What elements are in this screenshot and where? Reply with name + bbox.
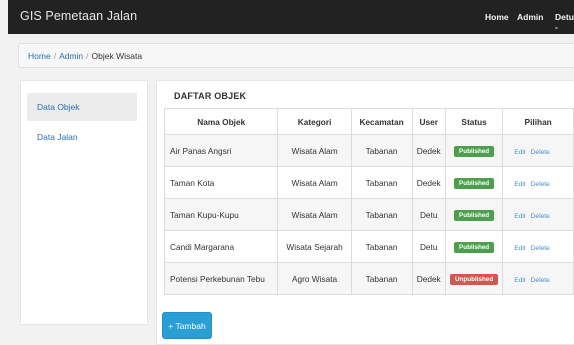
cell-kecamatan: Tabanan — [350, 262, 413, 295]
table-row: Candi Margarana Wisata Sejarah Tabanan D… — [163, 230, 574, 263]
cell-nama-objek: Taman Kota — [163, 166, 279, 199]
cell-actions: Edit Delete — [502, 230, 574, 263]
edit-link[interactable]: Edit — [514, 149, 525, 156]
table-row: Taman Kupu-Kupu Wisata Alam Tabanan Detu… — [163, 198, 574, 231]
cell-kategori: Agro Wisata — [277, 262, 352, 295]
breadcrumb-separator: / — [53, 51, 57, 61]
cell-nama-objek: Potensi Perkebunan Tebu — [163, 262, 279, 295]
cell-nama-objek: Candi Margarana — [163, 230, 279, 263]
delete-link[interactable]: Delete — [531, 213, 550, 220]
cell-kategori: Wisata Alam — [277, 134, 352, 167]
cell-status: Published — [444, 166, 504, 199]
cell-kategori: Wisata Sejarah — [277, 230, 352, 263]
delete-link[interactable]: Delete — [531, 245, 550, 252]
navbar-brand[interactable]: GIS Pemetaan Jalan — [20, 9, 137, 23]
delete-link[interactable]: Delete — [531, 149, 550, 156]
cell-user: Dedek — [411, 262, 446, 295]
cell-status: Unpublished — [444, 262, 504, 295]
column-header-pilihan: Pilihan — [502, 108, 574, 135]
table-row: Air Panas Angsri Wisata Alam Tabanan Ded… — [163, 134, 574, 167]
cell-nama-objek: Taman Kupu-Kupu — [163, 198, 279, 231]
cell-status: Published — [444, 230, 504, 263]
cell-kecamatan: Tabanan — [350, 230, 413, 263]
cell-actions: Edit Delete — [502, 198, 574, 231]
sidebar: Data Objek Data Jalan — [20, 80, 148, 325]
cell-kecamatan: Tabanan — [350, 198, 413, 231]
cell-status: Published — [444, 198, 504, 231]
cell-user: Dedek — [411, 134, 446, 167]
cell-user: Dedek — [411, 166, 446, 199]
delete-link[interactable]: Delete — [531, 181, 550, 188]
cell-kecamatan: Tabanan — [350, 134, 413, 167]
cell-actions: Edit Delete — [502, 134, 574, 167]
cell-user: Detu — [411, 230, 446, 263]
breadcrumb-separator: / — [86, 51, 89, 61]
column-header-status: Status — [444, 108, 504, 135]
cell-nama-objek: Air Panas Angsri — [163, 134, 279, 167]
column-header-user: User — [411, 108, 446, 135]
nav-user-dropdown[interactable]: Detu - — [555, 12, 574, 32]
edit-link[interactable]: Edit — [514, 245, 525, 252]
breadcrumb-home[interactable]: Home — [28, 51, 51, 61]
objects-table: Nama Objek Kategori Kecamatan User Statu… — [163, 108, 574, 295]
panel-title: DAFTAR OBJEK — [174, 91, 247, 101]
status-badge-published: Published — [454, 241, 495, 253]
table-row: Taman Kota Wisata Alam Tabanan Dedek Pub… — [163, 166, 574, 199]
column-header-kecamatan: Kecamatan — [350, 108, 413, 135]
status-badge-published: Published — [454, 209, 495, 221]
status-badge-published: Published — [454, 177, 495, 189]
status-badge-unpublished: Unpublished — [450, 273, 499, 285]
breadcrumb-current: Objek Wisata — [91, 51, 143, 61]
nav-link-admin[interactable]: Admin — [517, 12, 543, 22]
table-header-row: Nama Objek Kategori Kecamatan User Statu… — [163, 108, 574, 135]
edit-link[interactable]: Edit — [514, 181, 525, 188]
breadcrumb: Home / Admin / Objek Wisata — [18, 43, 574, 68]
cell-kategori: Wisata Alam — [277, 198, 352, 231]
delete-link[interactable]: Delete — [531, 277, 550, 284]
cell-actions: Edit Delete — [502, 166, 574, 199]
column-header-nama-objek: Nama Objek — [163, 108, 279, 135]
cell-actions: Edit Delete — [502, 262, 574, 295]
cell-kecamatan: Tabanan — [350, 166, 413, 199]
sidebar-item-data-jalan[interactable]: Data Jalan — [27, 123, 137, 151]
edit-link[interactable]: Edit — [514, 277, 525, 284]
column-header-kategori: Kategori — [277, 108, 352, 135]
table-row: Potensi Perkebunan Tebu Agro Wisata Taba… — [163, 262, 574, 295]
edit-link[interactable]: Edit — [514, 213, 525, 220]
nav-link-home[interactable]: Home — [485, 12, 509, 22]
cell-status: Published — [444, 134, 504, 167]
top-navbar: GIS Pemetaan Jalan Home Admin Detu - — [8, 0, 574, 34]
objects-panel: DAFTAR OBJEK Nama Objek Kategori Kecamat… — [156, 80, 574, 345]
status-badge-published: Published — [454, 145, 495, 157]
cell-kategori: Wisata Alam — [277, 166, 352, 199]
sidebar-item-data-objek[interactable]: Data Objek — [27, 93, 137, 121]
breadcrumb-admin[interactable]: Admin — [59, 51, 83, 61]
cell-user: Detu — [411, 198, 446, 231]
add-object-button[interactable]: + Tambah — [162, 312, 212, 339]
